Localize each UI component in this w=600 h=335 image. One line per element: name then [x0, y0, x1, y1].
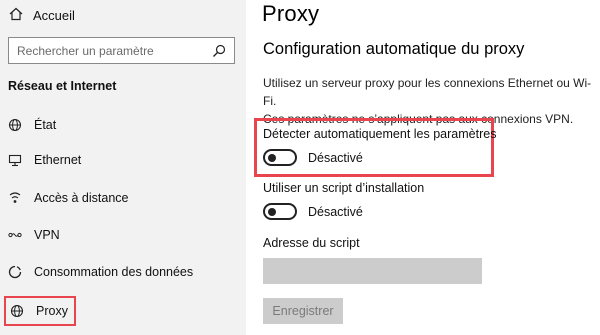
setup-script-state: Désactivé	[308, 204, 363, 219]
setup-script-row: Désactivé	[263, 203, 363, 220]
section-heading: Configuration automatique du proxy	[263, 40, 525, 58]
dialup-icon	[8, 191, 22, 205]
sidebar-item-label: Proxy	[36, 304, 68, 318]
auto-detect-row: Désactivé	[263, 149, 363, 166]
search-box[interactable]	[8, 37, 235, 64]
ethernet-icon	[8, 153, 22, 167]
setup-script-toggle[interactable]	[263, 203, 297, 220]
search-icon[interactable]	[212, 44, 226, 58]
setup-script-label: Utiliser un script d’installation	[263, 181, 425, 195]
auto-detect-toggle[interactable]	[263, 149, 297, 166]
sidebar-item-label: VPN	[34, 228, 60, 242]
script-address-input[interactable]	[263, 258, 482, 284]
script-address-label: Adresse du script	[263, 236, 360, 250]
search-input[interactable]	[17, 43, 212, 58]
sidebar-item-label: Consommation des données	[34, 265, 194, 279]
sidebar-item-ethernet[interactable]: Ethernet	[8, 148, 81, 172]
save-button[interactable]: Enregistrer	[263, 298, 343, 324]
auto-detect-label: Détecter automatiquement les paramètres	[263, 127, 497, 141]
home-label: Accueil	[33, 7, 75, 23]
data-usage-icon	[8, 265, 22, 279]
page-title: Proxy	[262, 1, 320, 26]
main-content: Proxy Configuration automatique du proxy…	[246, 0, 600, 335]
settings-window: Accueil Réseau et Internet État Ethernet	[0, 0, 600, 335]
description-line: Utilisez un serveur proxy pour les conne…	[263, 76, 592, 108]
sidebar-item-label: Ethernet	[34, 153, 82, 167]
globe-icon	[10, 304, 24, 318]
vpn-icon	[8, 228, 22, 242]
sidebar-item-label: Accès à distance	[34, 191, 129, 205]
sidebar-item-proxy[interactable]: Proxy	[4, 296, 76, 326]
toggle-knob	[268, 207, 276, 216]
home-link[interactable]: Accueil	[8, 4, 75, 26]
sidebar: Accueil Réseau et Internet État Ethernet	[0, 0, 246, 335]
sidebar-item-vpn[interactable]: VPN	[8, 223, 60, 247]
home-icon	[8, 6, 24, 25]
sidebar-item-etat[interactable]: État	[8, 113, 56, 137]
sidebar-item-consommation[interactable]: Consommation des données	[8, 260, 193, 284]
globe-status-icon	[8, 118, 22, 132]
sidebar-item-acces-a-distance[interactable]: Accès à distance	[8, 186, 129, 210]
toggle-knob	[268, 153, 276, 162]
sidebar-item-label: État	[34, 118, 57, 132]
sidebar-section-title: Réseau et Internet	[8, 79, 117, 93]
auto-detect-state: Désactivé	[308, 150, 363, 165]
